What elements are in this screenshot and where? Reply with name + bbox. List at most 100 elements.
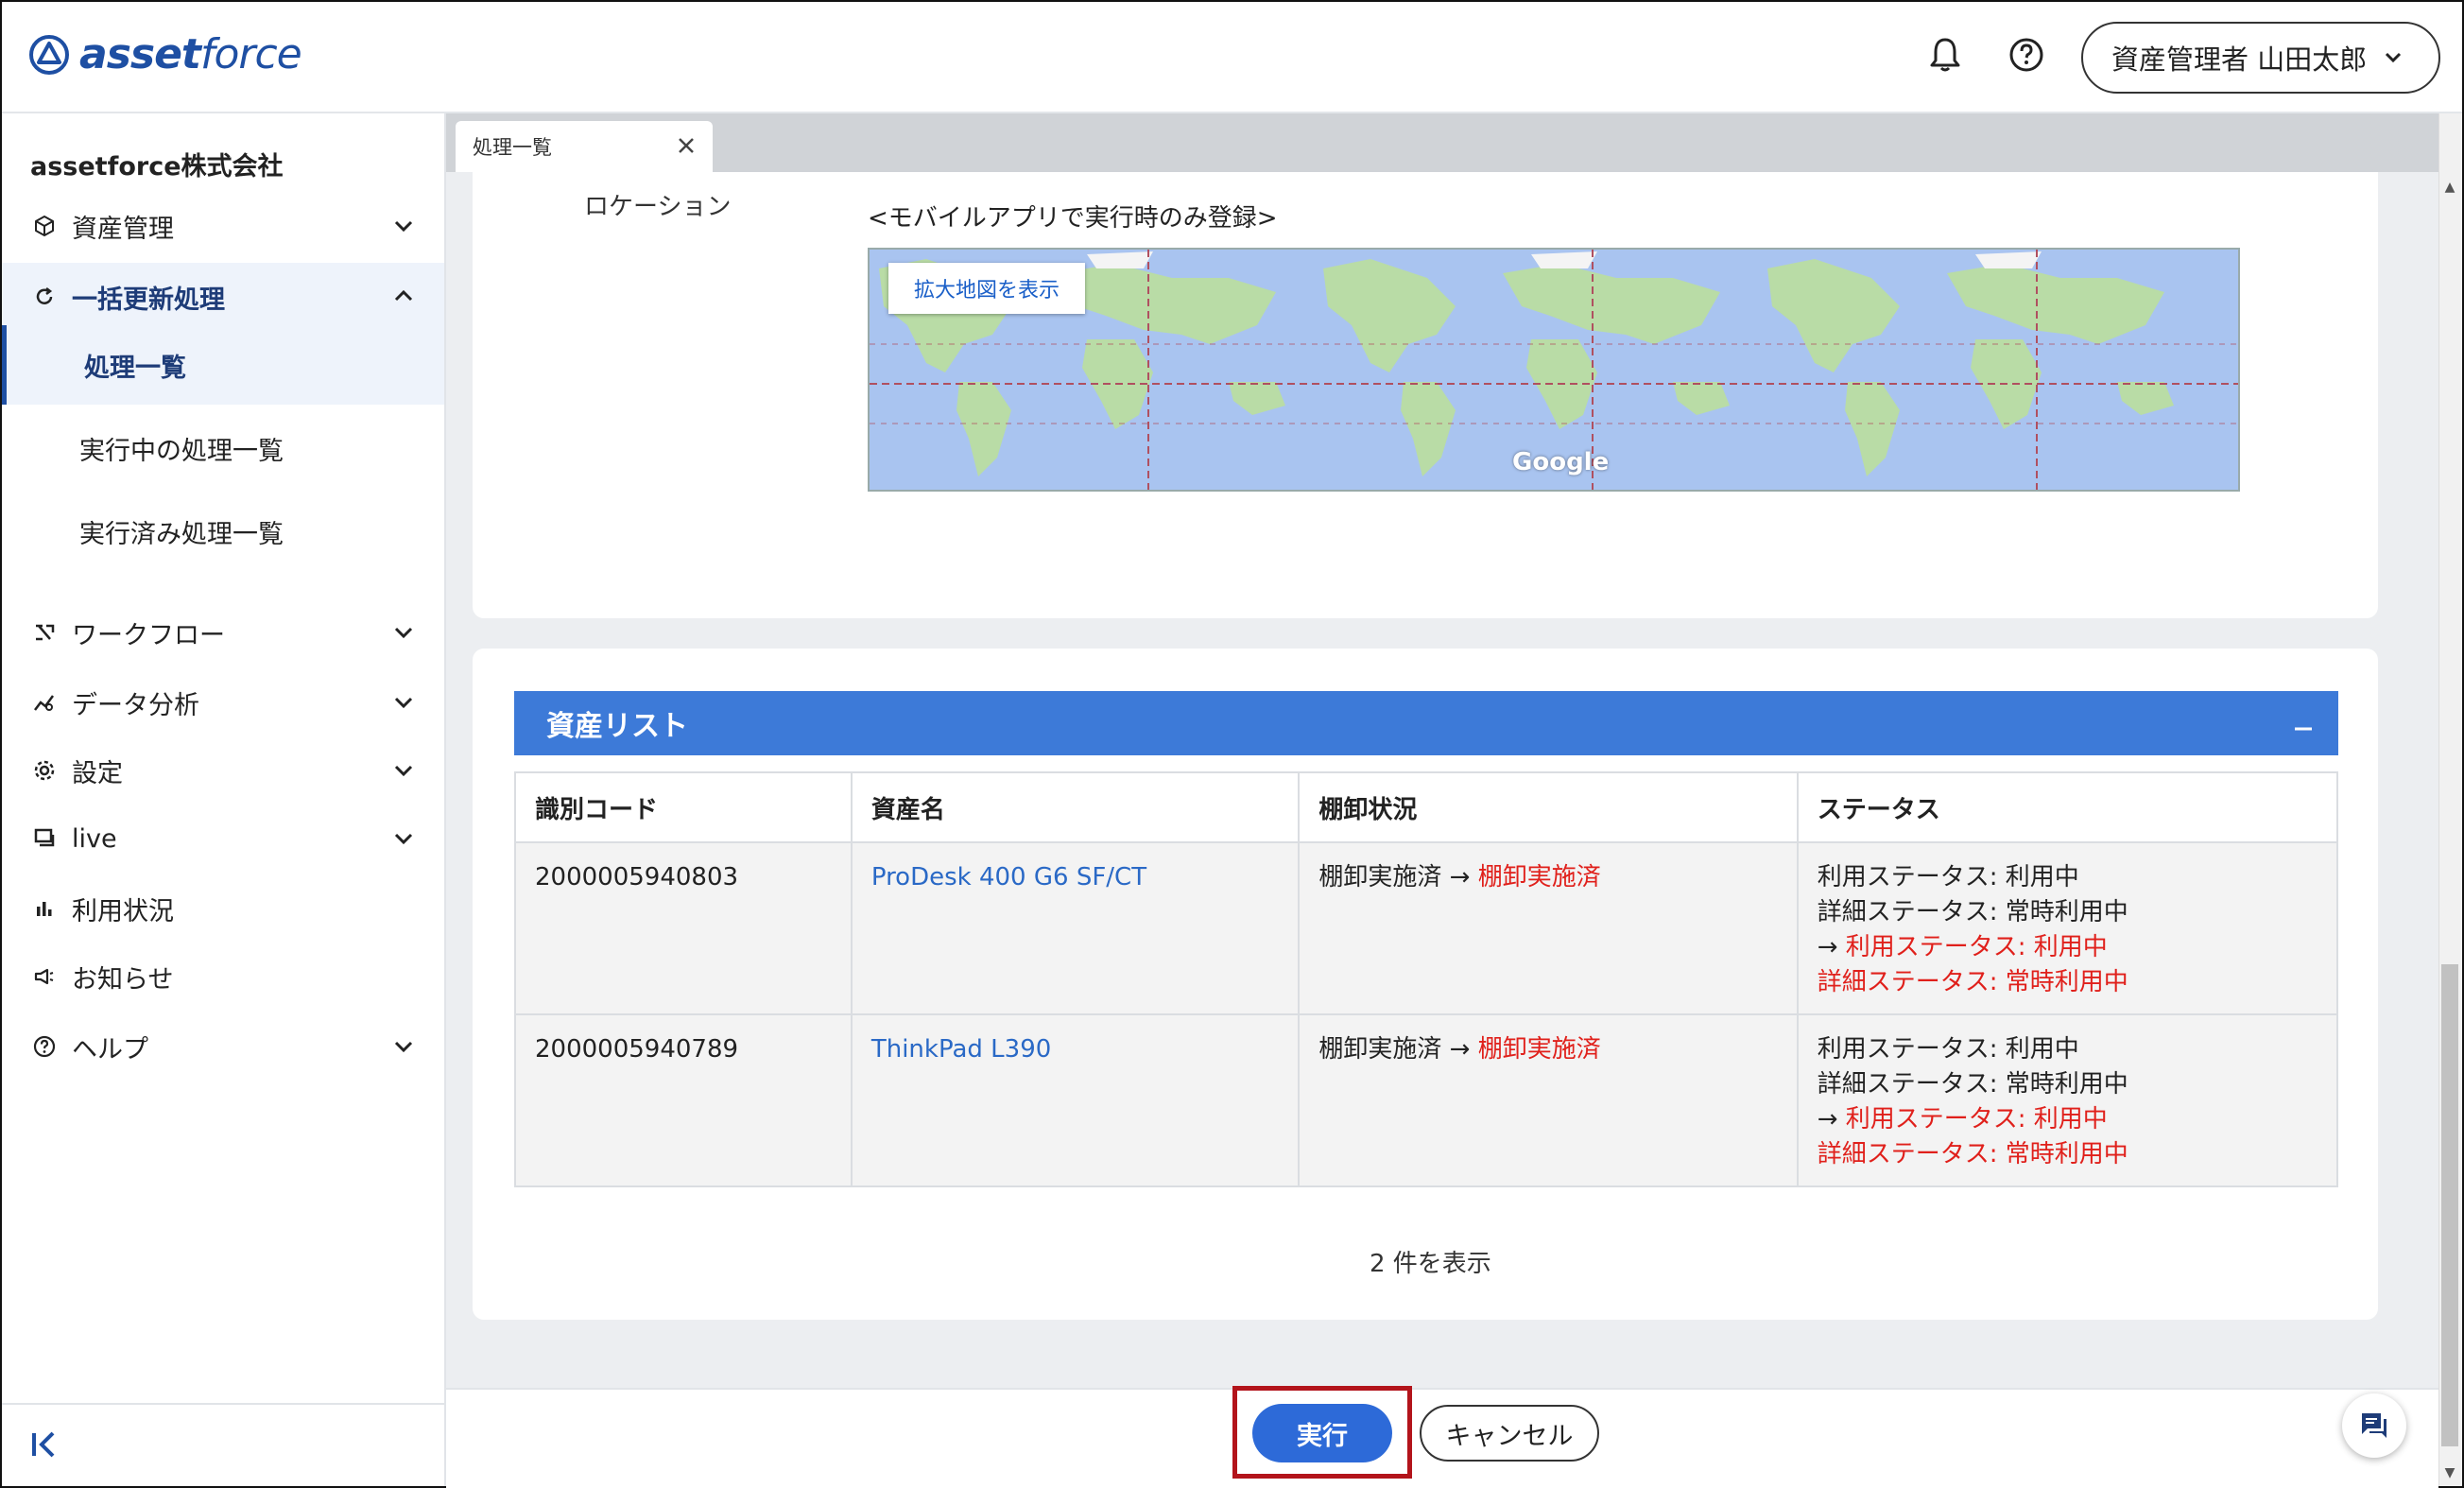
refresh-icon <box>30 283 59 311</box>
sidebar-item-label: データ分析 <box>72 690 199 720</box>
new-status-usage-line: → 利用ステータス: 利用中 <box>1818 1102 2318 1137</box>
live-chat-icon <box>30 824 59 853</box>
result-count: 2 件を表示 <box>1370 1250 1491 1278</box>
sidebar-item-label: ヘルプ <box>72 1034 148 1064</box>
status-usage: 利用ステータス: 利用中 <box>1817 863 2079 891</box>
new-status-detail: 詳細ステータス: 常時利用中 <box>1817 968 2128 996</box>
sidebar-item-bulk-update[interactable]: 一括更新処理 <box>2 263 444 331</box>
chevron-down-icon <box>394 697 413 709</box>
chevron-up-icon <box>394 289 413 302</box>
chat-button[interactable] <box>2342 1393 2406 1458</box>
location-map[interactable]: 拡大地図を表示 Google <box>868 248 2240 492</box>
status-cell: 利用ステータス: 利用中 詳細ステータス: 常時利用中 → 利用ステータス: 利… <box>1796 841 2339 1015</box>
megaphone-icon <box>30 962 59 991</box>
column-header-status[interactable]: ステータス <box>1796 771 2339 843</box>
user-name: 資産管理者 山田太郎 <box>2111 43 2368 76</box>
collapse-section-icon[interactable] <box>2289 708 2318 736</box>
sidebar-item-label: live <box>72 823 117 854</box>
sidebar-item-settings[interactable]: 設定 <box>2 737 444 804</box>
sidebar-subitem-label: 実行中の処理一覧 <box>79 436 284 466</box>
asset-name-cell: ThinkPad L390 <box>850 1013 1301 1187</box>
new-status-usage-line: → 利用ステータス: 利用中 <box>1818 930 2318 965</box>
inventory-from: 棚卸実施済 → <box>1318 863 1478 891</box>
arrow-text: → <box>1817 1105 1846 1133</box>
chevron-down-icon <box>394 627 413 639</box>
enlarge-map-button[interactable]: 拡大地図を表示 <box>888 263 1085 314</box>
tab-label: 処理一覧 <box>473 136 552 159</box>
sidebar-subitem-label: 実行済み処理一覧 <box>79 519 284 549</box>
sidebar-item-label: 一括更新処理 <box>72 285 225 315</box>
status-detail: 詳細ステータス: 常時利用中 <box>1817 1070 2128 1099</box>
inventory-status-cell: 棚卸実施済 → 棚卸実施済 <box>1298 841 1799 1015</box>
asset-name-link[interactable]: ThinkPad L390 <box>871 1035 1051 1064</box>
close-icon[interactable] <box>675 134 698 157</box>
chevron-down-icon <box>2386 52 2402 63</box>
analytics-icon <box>30 688 59 717</box>
status-cell: 利用ステータス: 利用中 詳細ステータス: 常時利用中 → 利用ステータス: 利… <box>1796 1013 2339 1187</box>
scroll-down-arrow-icon[interactable]: ▼ <box>2441 1463 2458 1482</box>
status-usage: 利用ステータス: 利用中 <box>1817 1035 2079 1064</box>
table-row: 2000005940803 ProDesk 400 G6 SF/CT 棚卸実施済… <box>514 841 2339 1015</box>
asset-table: 識別コード 資産名 棚卸状況 ステータス 2000005940803 ProDe… <box>514 771 2339 1187</box>
app-logo[interactable]: assetforce <box>28 30 302 78</box>
table-header-row: 識別コード 資産名 棚卸状況 ステータス <box>514 771 2339 843</box>
inventory-to: 棚卸実施済 <box>1477 1035 1601 1064</box>
chevron-down-icon <box>394 1041 413 1053</box>
sidebar-divider <box>2 1403 444 1405</box>
arrow-text: → <box>1817 933 1846 961</box>
asset-list-title: 資産リスト <box>546 710 688 743</box>
sidebar-item-label: ワークフロー <box>72 620 225 650</box>
workflow-icon <box>30 618 59 647</box>
new-status-detail: 詳細ステータス: 常時利用中 <box>1817 1140 2128 1168</box>
help-icon <box>30 1032 59 1061</box>
sidebar: assetforce株式会社 資産管理 一括更新処理 処理一覧 実行中の処理一覧… <box>2 113 446 1486</box>
chevron-down-icon <box>394 220 413 233</box>
sidebar-item-data-analysis[interactable]: データ分析 <box>2 669 444 735</box>
location-label: ロケーション <box>584 193 732 221</box>
sidebar-subitem-completed-processes[interactable]: 実行済み処理一覧 <box>2 492 444 571</box>
sidebar-item-notices[interactable]: お知らせ <box>2 943 444 1010</box>
column-header-name[interactable]: 資産名 <box>850 771 1301 843</box>
sidebar-item-asset-management[interactable]: 資産管理 <box>2 193 444 259</box>
help-circle-icon[interactable] <box>2002 30 2051 79</box>
new-status-usage: 利用ステータス: 利用中 <box>1845 1105 2108 1133</box>
column-header-inventory[interactable]: 棚卸状況 <box>1298 771 1799 843</box>
sidebar-item-workflow[interactable]: ワークフロー <box>2 599 444 666</box>
logo-text: assetforce <box>79 30 302 78</box>
inventory-to: 棚卸実施済 <box>1477 863 1601 891</box>
cube-icon <box>30 212 59 240</box>
asset-list-header: 資産リスト <box>514 691 2338 755</box>
new-status-usage: 利用ステータス: 利用中 <box>1845 933 2108 961</box>
sidebar-item-help[interactable]: ヘルプ <box>2 1013 444 1080</box>
inventory-from: 棚卸実施済 → <box>1318 1035 1478 1064</box>
sidebar-subitem-running-processes[interactable]: 実行中の処理一覧 <box>2 408 444 488</box>
company-name: assetforce株式会社 <box>30 152 284 182</box>
user-menu-button[interactable]: 資産管理者 山田太郎 <box>2081 22 2440 94</box>
column-header-code[interactable]: 識別コード <box>514 771 853 843</box>
asset-name-link[interactable]: ProDesk 400 G6 SF/CT <box>871 863 1146 891</box>
collapse-sidebar-icon[interactable] <box>28 1426 66 1463</box>
inventory-status-cell: 棚卸実施済 → 棚卸実施済 <box>1298 1013 1799 1187</box>
asset-code: 2000005940789 <box>514 1013 853 1187</box>
sidebar-subitem-process-list[interactable]: 処理一覧 <box>2 325 444 405</box>
sidebar-item-label: お知らせ <box>72 964 174 995</box>
tab-process-list[interactable]: 処理一覧 <box>456 121 713 172</box>
bar-chart-icon <box>30 894 59 923</box>
status-detail: 詳細ステータス: 常時利用中 <box>1817 898 2128 926</box>
scrollbar-thumb[interactable] <box>2441 964 2458 1446</box>
top-header: assetforce 資産管理者 山田太郎 <box>2 2 2462 113</box>
chevron-down-icon <box>394 833 413 845</box>
sidebar-item-live[interactable]: live <box>2 805 444 872</box>
sidebar-item-usage[interactable]: 利用状況 <box>2 875 444 942</box>
scroll-up-arrow-icon[interactable]: ▲ <box>2441 178 2458 197</box>
sidebar-item-label: 利用状況 <box>72 896 174 926</box>
sidebar-item-label: 資産管理 <box>72 214 174 244</box>
cancel-button[interactable]: キャンセル <box>1420 1405 1599 1462</box>
google-logo: Google <box>1512 448 1610 476</box>
asset-name-cell: ProDesk 400 G6 SF/CT <box>850 841 1301 1015</box>
execute-button[interactable]: 実行 <box>1252 1404 1392 1462</box>
sidebar-subitem-label: 処理一覧 <box>84 353 186 383</box>
asset-code: 2000005940803 <box>514 841 853 1015</box>
bell-icon[interactable] <box>1921 30 1970 79</box>
chevron-down-icon <box>394 765 413 777</box>
